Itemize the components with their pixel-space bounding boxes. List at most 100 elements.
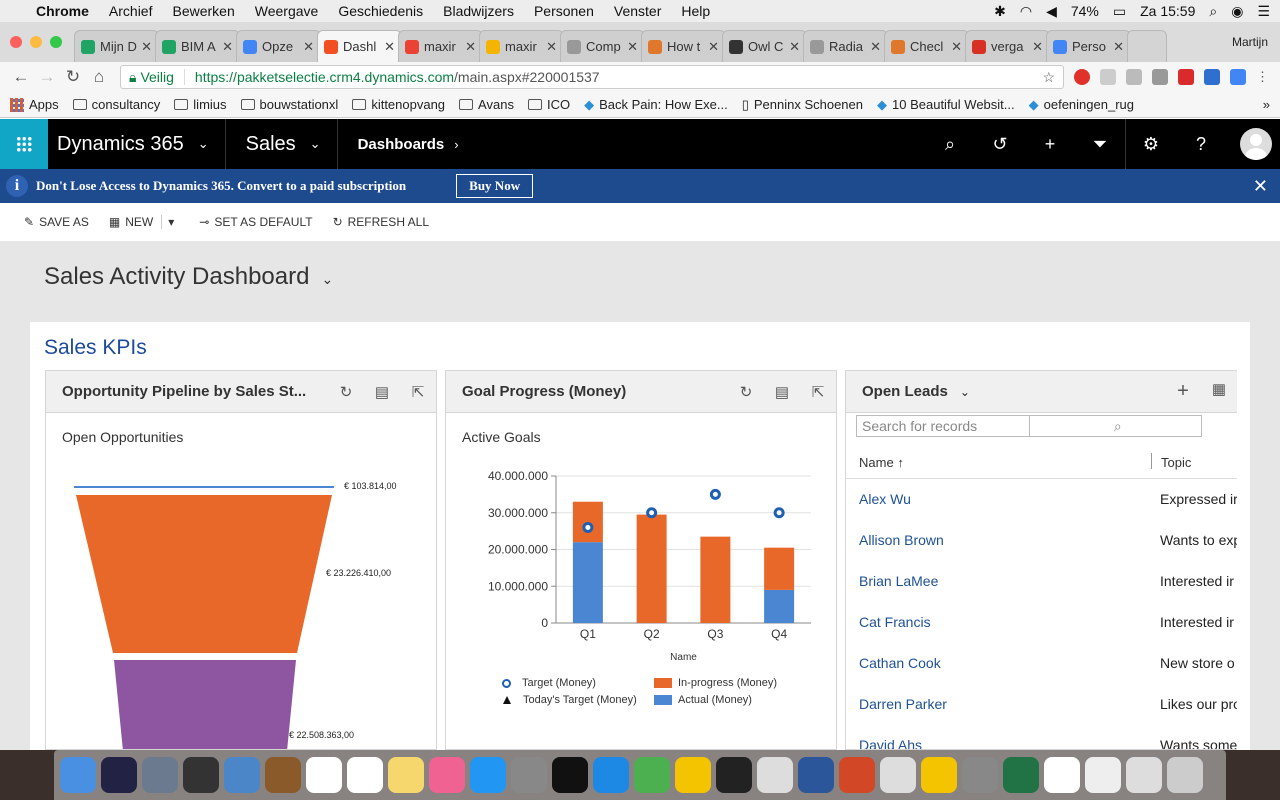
dock-app-icon[interactable]: [921, 757, 957, 793]
close-tab-icon[interactable]: ✕: [303, 39, 314, 55]
dock-app-icon[interactable]: [962, 757, 998, 793]
lead-name-link[interactable]: David Ahs: [859, 737, 922, 749]
bar-in-progress[interactable]: [636, 514, 667, 623]
plus-icon[interactable]: +: [1165, 380, 1201, 403]
menu-chrome[interactable]: Chrome: [36, 3, 89, 19]
chrome-menu-icon[interactable]: ⋮: [1256, 69, 1272, 85]
bookmark-item[interactable]: Avans: [459, 97, 514, 112]
extension-icon[interactable]: [1126, 69, 1142, 85]
search-icon[interactable]: ⌕: [925, 134, 975, 155]
battery-icon[interactable]: ▭: [1113, 3, 1126, 20]
dock-app-icon[interactable]: [470, 757, 506, 793]
dock-app-icon[interactable]: [716, 757, 752, 793]
extension-icon[interactable]: [1230, 69, 1246, 85]
recent-history-icon[interactable]: ↺: [975, 134, 1025, 155]
legend-item[interactable]: Actual (Money): [654, 694, 752, 706]
chevron-right-icon[interactable]: ›: [454, 137, 458, 152]
dock-app-icon[interactable]: [1085, 757, 1121, 793]
dock-app-icon[interactable]: [511, 757, 547, 793]
close-tab-icon[interactable]: ✕: [789, 39, 800, 55]
table-row[interactable]: Brian LaMee Interested ir: [846, 561, 1237, 602]
dashboard-selector[interactable]: Sales Activity Dashboard ⌄: [44, 263, 333, 291]
funnel-chart[interactable]: [46, 371, 437, 750]
forward-icon[interactable]: →: [34, 67, 60, 87]
table-row[interactable]: Cathan Cook New store o: [846, 643, 1237, 684]
dock-app-icon[interactable]: [675, 757, 711, 793]
refresh-all-button[interactable]: ↻ REFRESH ALL: [333, 215, 429, 229]
wifi-icon[interactable]: ◠: [1020, 3, 1032, 20]
notification-center-icon[interactable]: ☰: [1257, 3, 1270, 20]
siri-icon[interactable]: ◉: [1231, 3, 1243, 20]
home-icon[interactable]: ⌂: [86, 67, 112, 87]
filter-icon[interactable]: ⏷: [1075, 134, 1125, 155]
table-row[interactable]: Alex Wu Expressed ir: [846, 479, 1237, 520]
menu-venster[interactable]: Venster: [614, 3, 661, 19]
dock-app-icon[interactable]: [1167, 757, 1203, 793]
dock-app-icon[interactable]: [265, 757, 301, 793]
menu-geschiedenis[interactable]: Geschiedenis: [338, 3, 423, 19]
chevron-down-icon[interactable]: ⌄: [310, 136, 321, 152]
new-tab-button[interactable]: [1127, 30, 1167, 62]
new-button[interactable]: ▦ NEW: [109, 215, 153, 229]
dock-app-icon[interactable]: [1126, 757, 1162, 793]
menu-help[interactable]: Help: [681, 3, 710, 19]
avatar[interactable]: [1240, 128, 1272, 160]
table-row[interactable]: Allison Brown Wants to exp: [846, 520, 1237, 561]
dock-app-icon[interactable]: [880, 757, 916, 793]
dock-app-icon[interactable]: [388, 757, 424, 793]
dock-app-icon[interactable]: [634, 757, 670, 793]
dock-app-icon[interactable]: [798, 757, 834, 793]
column-name[interactable]: Name ↑: [859, 455, 904, 470]
browser-tab[interactable]: Checl ✕: [884, 30, 969, 62]
close-tab-icon[interactable]: ✕: [870, 39, 881, 55]
extension-icon[interactable]: [1152, 69, 1168, 85]
column-separator[interactable]: [1151, 453, 1152, 469]
search-input[interactable]: Search for records ⌕: [856, 415, 1202, 437]
gear-icon[interactable]: ⚙: [1126, 134, 1176, 155]
browser-tab[interactable]: BIM A ✕: [155, 30, 240, 62]
close-tab-icon[interactable]: ✕: [222, 39, 233, 55]
dock-app-icon[interactable]: [593, 757, 629, 793]
target-marker[interactable]: [646, 507, 658, 519]
target-marker[interactable]: [773, 507, 785, 519]
dock-app-icon[interactable]: [1044, 757, 1080, 793]
browser-tab[interactable]: Dashl ✕: [317, 30, 402, 62]
set-as-default-button[interactable]: ⊸ SET AS DEFAULT: [199, 215, 312, 229]
browser-tab[interactable]: Perso ✕: [1046, 30, 1131, 62]
dock-app-icon[interactable]: [60, 757, 96, 793]
clock[interactable]: Za 15:59: [1140, 3, 1195, 19]
funnel-stage-2[interactable]: [76, 495, 332, 653]
close-tab-icon[interactable]: ✕: [1113, 39, 1124, 55]
bookmark-item[interactable]: consultancy: [72, 97, 160, 112]
app-name[interactable]: Sales: [246, 133, 296, 156]
close-tab-icon[interactable]: ✕: [708, 39, 719, 55]
card-title[interactable]: Open Leads: [862, 383, 948, 400]
browser-tab[interactable]: maxir ✕: [398, 30, 483, 62]
dock-app-icon[interactable]: [1003, 757, 1039, 793]
close-tab-icon[interactable]: ✕: [546, 39, 557, 55]
legend-item[interactable]: Today's Target (Money): [502, 694, 637, 706]
browser-tab[interactable]: verga ✕: [965, 30, 1050, 62]
browser-tab[interactable]: Comp ✕: [560, 30, 645, 62]
grid-view-icon[interactable]: ▦: [1201, 380, 1237, 403]
maximize-window-button[interactable]: [50, 36, 62, 48]
help-icon[interactable]: ?: [1176, 134, 1226, 155]
close-icon[interactable]: ✕: [1253, 176, 1268, 197]
buy-now-button[interactable]: Buy Now: [456, 174, 534, 198]
bookmark-item[interactable]: Apps: [10, 97, 59, 112]
bookmark-star-icon[interactable]: ☆: [1042, 69, 1055, 86]
address-bar[interactable]: 🔒︎ Veilig https://pakketselectie.crm4.dy…: [120, 65, 1064, 89]
bookmark-item[interactable]: ◆ 10 Beautiful Websit...: [877, 97, 1015, 113]
lead-name-link[interactable]: Brian LaMee: [859, 573, 938, 589]
lead-name-link[interactable]: Allison Brown: [859, 532, 944, 548]
browser-tab[interactable]: Opze ✕: [236, 30, 321, 62]
browser-tab[interactable]: maxir ✕: [479, 30, 564, 62]
lead-name-link[interactable]: Darren Parker: [859, 696, 947, 712]
dock-app-icon[interactable]: [306, 757, 342, 793]
legend-item[interactable]: Target (Money): [502, 677, 596, 689]
close-tab-icon[interactable]: ✕: [627, 39, 638, 55]
table-row[interactable]: Cat Francis Interested ir: [846, 602, 1237, 643]
table-row[interactable]: David Ahs Wants some: [846, 725, 1237, 749]
extension-icon[interactable]: [1178, 69, 1194, 85]
bar-actual[interactable]: [572, 542, 603, 623]
